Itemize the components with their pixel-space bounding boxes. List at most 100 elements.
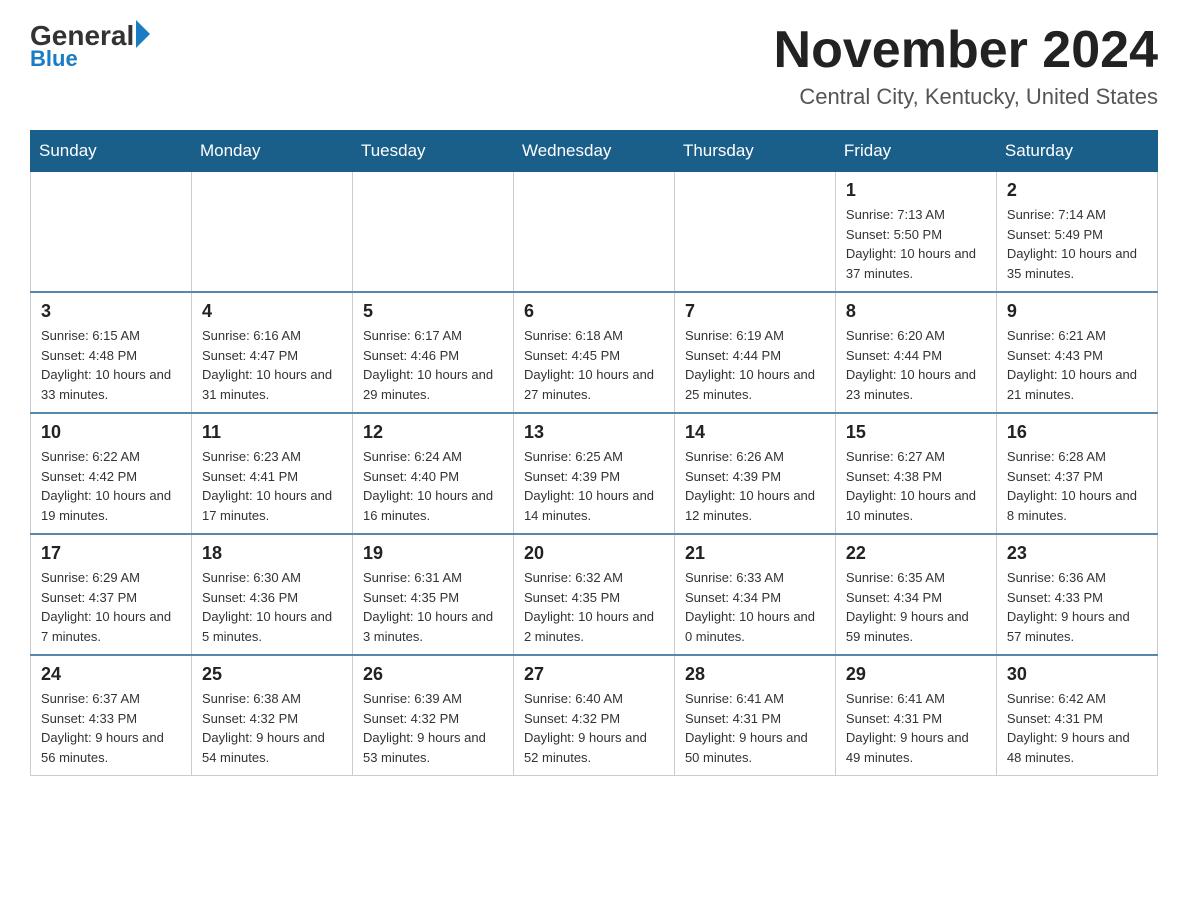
day-number: 11: [202, 422, 342, 443]
day-number: 17: [41, 543, 181, 564]
day-number: 19: [363, 543, 503, 564]
calendar-cell: 6 Sunrise: 6:18 AM Sunset: 4:45 PM Daylig…: [513, 292, 674, 413]
calendar-cell: 2 Sunrise: 7:14 AM Sunset: 5:49 PM Daylig…: [996, 172, 1157, 293]
calendar-cell: 17 Sunrise: 6:29 AM Sunset: 4:37 PM Dayli…: [31, 534, 192, 655]
logo: General Blue: [30, 20, 150, 72]
calendar-title: November 2024: [774, 20, 1158, 80]
day-number: 29: [846, 664, 986, 685]
calendar-cell: [31, 172, 192, 293]
day-info: Sunrise: 6:41 AM Sunset: 4:31 PM Dayligh…: [846, 689, 986, 767]
day-info: Sunrise: 6:38 AM Sunset: 4:32 PM Dayligh…: [202, 689, 342, 767]
calendar-cell: 22Sunrise: 6:35 AM Sunset: 4:34 PM Dayli…: [835, 534, 996, 655]
day-info: Sunrise: 6:27 AM Sunset: 4:38 PM Dayligh…: [846, 447, 986, 525]
day-info: Sunrise: 6:22 AM Sunset: 4:42 PM Dayligh…: [41, 447, 181, 525]
calendar-cell: 23Sunrise: 6:36 AM Sunset: 4:33 PM Dayli…: [996, 534, 1157, 655]
day-number: 8: [846, 301, 986, 322]
day-number: 1: [846, 180, 986, 201]
calendar-cell: 29 Sunrise: 6:41 AM Sunset: 4:31 PM Dayli…: [835, 655, 996, 776]
calendar-cell: 10 Sunrise: 6:22 AM Sunset: 4:42 PM Dayli…: [31, 413, 192, 534]
calendar-cell: 15 Sunrise: 6:27 AM Sunset: 4:38 PM Dayli…: [835, 413, 996, 534]
calendar-cell: 24Sunrise: 6:37 AM Sunset: 4:33 PM Dayli…: [31, 655, 192, 776]
day-number: 20: [524, 543, 664, 564]
day-info: Sunrise: 6:17 AM Sunset: 4:46 PM Dayligh…: [363, 326, 503, 404]
calendar-cell: 4 Sunrise: 6:16 AM Sunset: 4:47 PM Daylig…: [191, 292, 352, 413]
calendar-cell: 30 Sunrise: 6:42 AM Sunset: 4:31 PM Dayli…: [996, 655, 1157, 776]
logo-blue-text: Blue: [30, 46, 78, 72]
day-number: 25: [202, 664, 342, 685]
day-number: 27: [524, 664, 664, 685]
day-info: Sunrise: 6:30 AM Sunset: 4:36 PM Dayligh…: [202, 568, 342, 646]
day-info: Sunrise: 6:15 AM Sunset: 4:48 PM Dayligh…: [41, 326, 181, 404]
calendar-cell: 7 Sunrise: 6:19 AM Sunset: 4:44 PM Daylig…: [674, 292, 835, 413]
day-info: Sunrise: 6:18 AM Sunset: 4:45 PM Dayligh…: [524, 326, 664, 404]
calendar-cell: 3 Sunrise: 6:15 AM Sunset: 4:48 PM Daylig…: [31, 292, 192, 413]
day-info: Sunrise: 7:13 AM Sunset: 5:50 PM Dayligh…: [846, 205, 986, 283]
calendar-table: SundayMondayTuesdayWednesdayThursdayFrid…: [30, 130, 1158, 776]
calendar-cell: 12 Sunrise: 6:24 AM Sunset: 4:40 PM Dayli…: [352, 413, 513, 534]
day-number: 6: [524, 301, 664, 322]
weekday-header-tuesday: Tuesday: [352, 131, 513, 172]
day-number: 10: [41, 422, 181, 443]
day-info: Sunrise: 6:32 AM Sunset: 4:35 PM Dayligh…: [524, 568, 664, 646]
logo-arrow-icon: [136, 20, 150, 48]
day-number: 3: [41, 301, 181, 322]
day-info: Sunrise: 6:31 AM Sunset: 4:35 PM Dayligh…: [363, 568, 503, 646]
day-number: 16: [1007, 422, 1147, 443]
calendar-cell: [191, 172, 352, 293]
title-area: November 2024 Central City, Kentucky, Un…: [774, 20, 1158, 110]
calendar-cell: 8 Sunrise: 6:20 AM Sunset: 4:44 PM Daylig…: [835, 292, 996, 413]
calendar-cell: [513, 172, 674, 293]
calendar-cell: 16Sunrise: 6:28 AM Sunset: 4:37 PM Dayli…: [996, 413, 1157, 534]
day-number: 21: [685, 543, 825, 564]
calendar-cell: 19 Sunrise: 6:31 AM Sunset: 4:35 PM Dayli…: [352, 534, 513, 655]
day-number: 15: [846, 422, 986, 443]
day-info: Sunrise: 6:39 AM Sunset: 4:32 PM Dayligh…: [363, 689, 503, 767]
day-number: 4: [202, 301, 342, 322]
day-info: Sunrise: 6:36 AM Sunset: 4:33 PM Dayligh…: [1007, 568, 1147, 646]
day-number: 12: [363, 422, 503, 443]
weekday-header-thursday: Thursday: [674, 131, 835, 172]
calendar-location: Central City, Kentucky, United States: [774, 84, 1158, 110]
day-info: Sunrise: 6:24 AM Sunset: 4:40 PM Dayligh…: [363, 447, 503, 525]
day-number: 7: [685, 301, 825, 322]
calendar-cell: 25 Sunrise: 6:38 AM Sunset: 4:32 PM Dayli…: [191, 655, 352, 776]
day-number: 9: [1007, 301, 1147, 322]
day-number: 18: [202, 543, 342, 564]
day-info: Sunrise: 6:16 AM Sunset: 4:47 PM Dayligh…: [202, 326, 342, 404]
day-info: Sunrise: 6:41 AM Sunset: 4:31 PM Dayligh…: [685, 689, 825, 767]
day-number: 2: [1007, 180, 1147, 201]
day-info: Sunrise: 6:42 AM Sunset: 4:31 PM Dayligh…: [1007, 689, 1147, 767]
day-info: Sunrise: 7:14 AM Sunset: 5:49 PM Dayligh…: [1007, 205, 1147, 283]
page-header: General Blue November 2024 Central City,…: [30, 20, 1158, 110]
calendar-cell: [352, 172, 513, 293]
day-info: Sunrise: 6:19 AM Sunset: 4:44 PM Dayligh…: [685, 326, 825, 404]
calendar-cell: 5Sunrise: 6:17 AM Sunset: 4:46 PM Daylig…: [352, 292, 513, 413]
calendar-cell: 18 Sunrise: 6:30 AM Sunset: 4:36 PM Dayli…: [191, 534, 352, 655]
calendar-cell: 14Sunrise: 6:26 AM Sunset: 4:39 PM Dayli…: [674, 413, 835, 534]
calendar-cell: 13 Sunrise: 6:25 AM Sunset: 4:39 PM Dayli…: [513, 413, 674, 534]
weekday-header-wednesday: Wednesday: [513, 131, 674, 172]
day-info: Sunrise: 6:23 AM Sunset: 4:41 PM Dayligh…: [202, 447, 342, 525]
weekday-header-saturday: Saturday: [996, 131, 1157, 172]
day-number: 13: [524, 422, 664, 443]
calendar-cell: 9Sunrise: 6:21 AM Sunset: 4:43 PM Daylig…: [996, 292, 1157, 413]
day-number: 24: [41, 664, 181, 685]
day-number: 22: [846, 543, 986, 564]
weekday-header-monday: Monday: [191, 131, 352, 172]
week-row-1: 3 Sunrise: 6:15 AM Sunset: 4:48 PM Daylig…: [31, 292, 1158, 413]
day-info: Sunrise: 6:25 AM Sunset: 4:39 PM Dayligh…: [524, 447, 664, 525]
day-info: Sunrise: 6:20 AM Sunset: 4:44 PM Dayligh…: [846, 326, 986, 404]
day-number: 14: [685, 422, 825, 443]
day-info: Sunrise: 6:29 AM Sunset: 4:37 PM Dayligh…: [41, 568, 181, 646]
week-row-3: 17 Sunrise: 6:29 AM Sunset: 4:37 PM Dayli…: [31, 534, 1158, 655]
calendar-cell: 26 Sunrise: 6:39 AM Sunset: 4:32 PM Dayli…: [352, 655, 513, 776]
week-row-4: 24Sunrise: 6:37 AM Sunset: 4:33 PM Dayli…: [31, 655, 1158, 776]
day-number: 26: [363, 664, 503, 685]
week-row-2: 10 Sunrise: 6:22 AM Sunset: 4:42 PM Dayli…: [31, 413, 1158, 534]
day-number: 30: [1007, 664, 1147, 685]
day-number: 28: [685, 664, 825, 685]
calendar-cell: 11 Sunrise: 6:23 AM Sunset: 4:41 PM Dayli…: [191, 413, 352, 534]
calendar-cell: 20 Sunrise: 6:32 AM Sunset: 4:35 PM Dayli…: [513, 534, 674, 655]
weekday-header-row: SundayMondayTuesdayWednesdayThursdayFrid…: [31, 131, 1158, 172]
day-info: Sunrise: 6:40 AM Sunset: 4:32 PM Dayligh…: [524, 689, 664, 767]
